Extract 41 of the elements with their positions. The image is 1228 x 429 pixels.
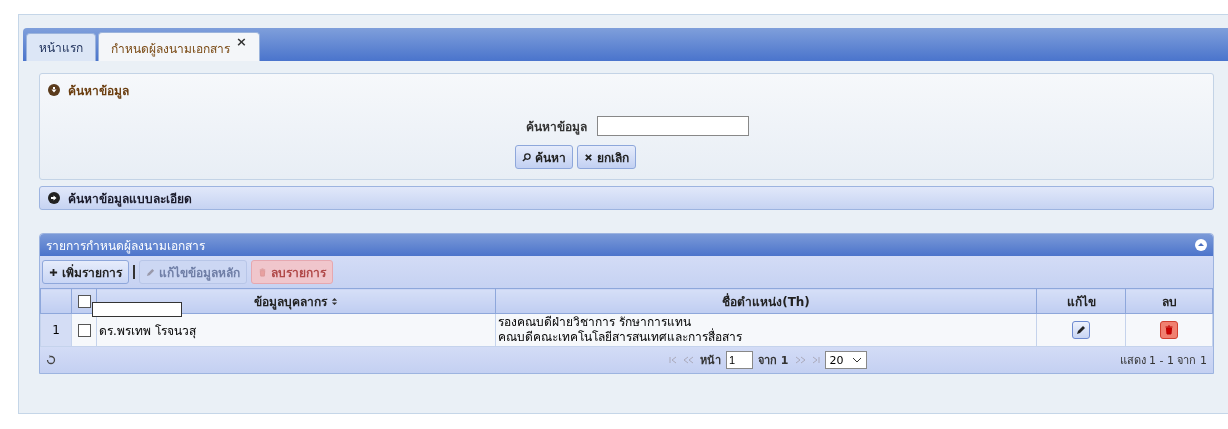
refresh-icon[interactable] (46, 355, 56, 365)
toolbar-separator (133, 265, 135, 279)
tab[interactable]: หน้าแรก (26, 33, 96, 61)
expand-icon[interactable] (48, 192, 60, 204)
search-icon (522, 152, 531, 162)
field-label: ค้นหาข้อมูล (524, 118, 587, 136)
close-icon[interactable]: × (236, 34, 247, 49)
row-number: 1 (40, 313, 72, 347)
close-icon (584, 152, 593, 162)
trash-icon (258, 267, 267, 277)
collapse-icon[interactable] (1195, 239, 1207, 251)
expand-icon[interactable] (48, 84, 60, 96)
delete-button[interactable] (1160, 321, 1178, 339)
row-checkbox[interactable] (77, 324, 91, 337)
sort-icon[interactable] (331, 296, 338, 306)
plus-icon (49, 267, 58, 277)
edit-button[interactable] (1072, 321, 1090, 339)
column-header: ชื่อตำแหน่ง(Th) (495, 288, 1037, 314)
pencil-icon (146, 267, 155, 277)
trash-icon (1164, 325, 1174, 335)
panel-title: ค้นหาข้อมูล (68, 82, 129, 100)
page-field[interactable]: 1 (726, 351, 754, 369)
chevron-down-icon (851, 357, 862, 363)
column-header: ลบ (1125, 288, 1213, 314)
record-summary: แสดง 1 - 1 จาก 1 (1119, 353, 1207, 369)
tab[interactable]: กำหนดผู้ลงนามเอกสาร × (98, 32, 260, 61)
grid-title: รายการกำหนดผู้ลงนามเอกสาร (46, 237, 205, 255)
table-cell-text: ดร.พรเทพ โรจนวสุ (98, 323, 196, 338)
page-label: หน้า (700, 353, 722, 369)
table-cell-text: รองคณบดีฝ่ายวิชาการ รักษาการแทน คณบดีคณะเทคโนโลยีสารสนเทศและการสื่อสาร (497, 315, 743, 345)
panel-title: ค้นหาข้อมูลแบบละเอียด (68, 190, 192, 208)
add-button[interactable]: เพิ่มรายการ (42, 260, 129, 284)
page-count: จาก 1 (758, 353, 789, 369)
search-field[interactable] (596, 116, 749, 136)
cancel-button[interactable]: ยกเลิก (577, 145, 636, 169)
column-header: แก้ไข (1036, 288, 1126, 314)
advanced-search-panel[interactable]: ค้นหาข้อมูลแบบละเอียด (39, 186, 1214, 210)
page-size-select[interactable]: 20 (824, 351, 867, 369)
select-all-checkbox[interactable] (77, 295, 91, 308)
search-button[interactable]: ค้นหา (515, 145, 573, 169)
pencil-icon (1076, 325, 1086, 335)
